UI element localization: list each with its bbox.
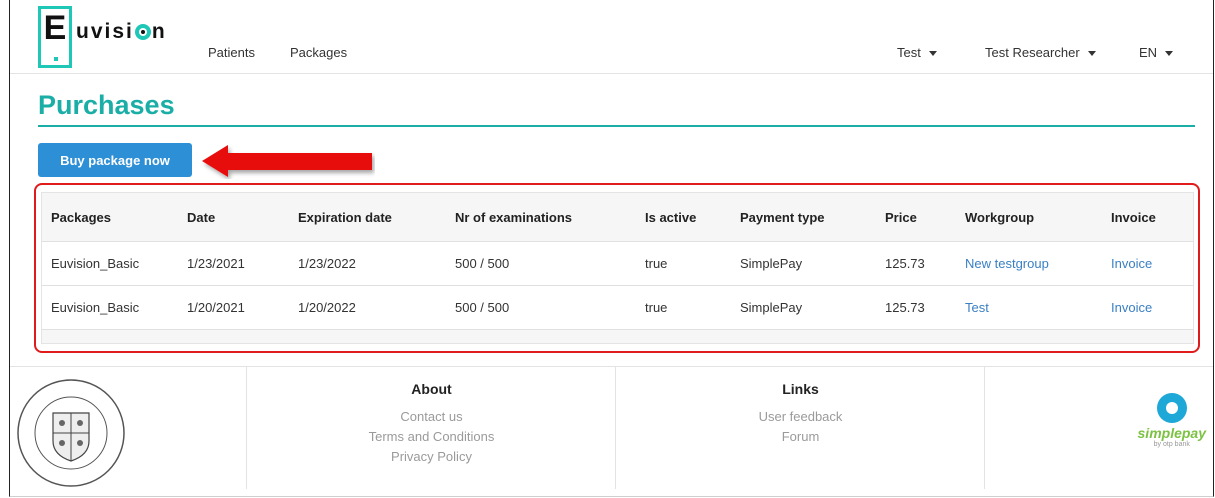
dropdown-user[interactable]: Test Researcher	[985, 45, 1096, 60]
cell-payment-type: SimplePay	[731, 241, 876, 286]
footer-link-terms[interactable]: Terms and Conditions	[247, 427, 616, 447]
footer: About Contact us Terms and Conditions Pr…	[10, 366, 1213, 489]
simplepay-icon	[1156, 393, 1187, 423]
footer-links-column: Links User feedback Forum	[615, 367, 985, 489]
table-row: Euvision_Basic 1/23/2021 1/23/2022 500 /…	[42, 241, 1193, 286]
table-row: Euvision_Basic 1/20/2021 1/20/2022 500 /…	[42, 285, 1193, 330]
chevron-down-icon	[928, 51, 937, 57]
purchases-table-container: Packages Date Expiration date Nr of exam…	[41, 192, 1194, 344]
column-header-invoice: Invoice	[1102, 193, 1193, 242]
university-seal-icon	[17, 379, 125, 487]
footer-link-user-feedback[interactable]: User feedback	[616, 407, 985, 427]
page-title: Purchases	[38, 90, 175, 120]
dropdown-user-label: Test Researcher	[985, 45, 1080, 60]
footer-link-privacy[interactable]: Privacy Policy	[247, 447, 616, 467]
footer-link-contact-us[interactable]: Contact us	[247, 407, 616, 427]
column-header-price: Price	[876, 193, 956, 242]
logo-wordmark: uvisi n	[76, 20, 167, 44]
logo-box: E	[38, 6, 72, 68]
logo-text-b: n	[151, 20, 167, 43]
simplepay-subtext: by otp bank	[1153, 441, 1190, 448]
column-header-is-active: Is active	[636, 193, 731, 242]
table-header-row: Packages Date Expiration date Nr of exam…	[42, 193, 1193, 242]
workgroup-link[interactable]: Test	[956, 285, 1102, 330]
column-header-date: Date	[178, 193, 289, 242]
nav-link-packages[interactable]: Packages	[290, 45, 347, 60]
footer-links-heading: Links	[782, 381, 819, 397]
cell-expiration-date: 1/20/2022	[289, 285, 446, 330]
cell-date: 1/23/2021	[178, 241, 289, 286]
column-header-nr-of-examinations: Nr of examinations	[446, 193, 636, 242]
footer-link-forum[interactable]: Forum	[616, 427, 985, 447]
column-header-payment-type: Payment type	[731, 193, 876, 242]
dropdown-workgroup-label: Test	[897, 45, 921, 60]
logo-dot	[54, 57, 58, 61]
euvision-logo[interactable]: E uvisi n	[38, 6, 167, 68]
purchases-table: Packages Date Expiration date Nr of exam…	[42, 193, 1193, 330]
dropdown-language[interactable]: EN	[1139, 45, 1174, 60]
cell-examinations: 500 / 500	[446, 285, 636, 330]
cell-expiration-date: 1/23/2022	[289, 241, 446, 286]
cell-is-active: true	[636, 241, 731, 286]
title-divider	[38, 125, 1195, 127]
invoice-link[interactable]: Invoice	[1102, 285, 1193, 330]
cell-price: 125.73	[876, 241, 956, 286]
column-header-workgroup: Workgroup	[956, 193, 1102, 242]
column-header-expiration-date: Expiration date	[289, 193, 446, 242]
red-arrow-icon	[202, 145, 372, 177]
simplepay-logo[interactable]: simplepay by otp bank	[1138, 393, 1206, 448]
dropdown-workgroup[interactable]: Test	[897, 45, 937, 60]
cell-date: 1/20/2021	[178, 285, 289, 330]
logo-letter: E	[43, 9, 67, 47]
chevron-down-icon	[1165, 51, 1174, 57]
cell-is-active: true	[636, 285, 731, 330]
invoice-link[interactable]: Invoice	[1102, 241, 1193, 286]
footer-seal-column	[10, 367, 246, 489]
navbar: E uvisi n Patients Packages Test Test Res…	[10, 0, 1213, 74]
cell-payment-type: SimplePay	[731, 285, 876, 330]
eye-icon	[134, 24, 151, 40]
cell-package: Euvision_Basic	[42, 285, 178, 330]
cell-price: 125.73	[876, 285, 956, 330]
cell-examinations: 500 / 500	[446, 241, 636, 286]
simplepay-wordmark: simplepay	[1137, 425, 1206, 441]
footer-about-column: About Contact us Terms and Conditions Pr…	[246, 367, 616, 489]
dropdown-language-label: EN	[1139, 45, 1158, 60]
chevron-down-icon	[1087, 51, 1096, 57]
footer-about-heading: About	[411, 381, 452, 397]
workgroup-link[interactable]: New testgroup	[956, 241, 1102, 286]
logo-text-a: uvisi	[76, 20, 134, 43]
column-header-packages: Packages	[42, 193, 178, 242]
footer-payment-column: simplepay by otp bank	[984, 367, 1214, 489]
nav-link-patients[interactable]: Patients	[208, 45, 255, 60]
buy-package-button[interactable]: Buy package now	[38, 143, 192, 177]
cell-package: Euvision_Basic	[42, 241, 178, 286]
